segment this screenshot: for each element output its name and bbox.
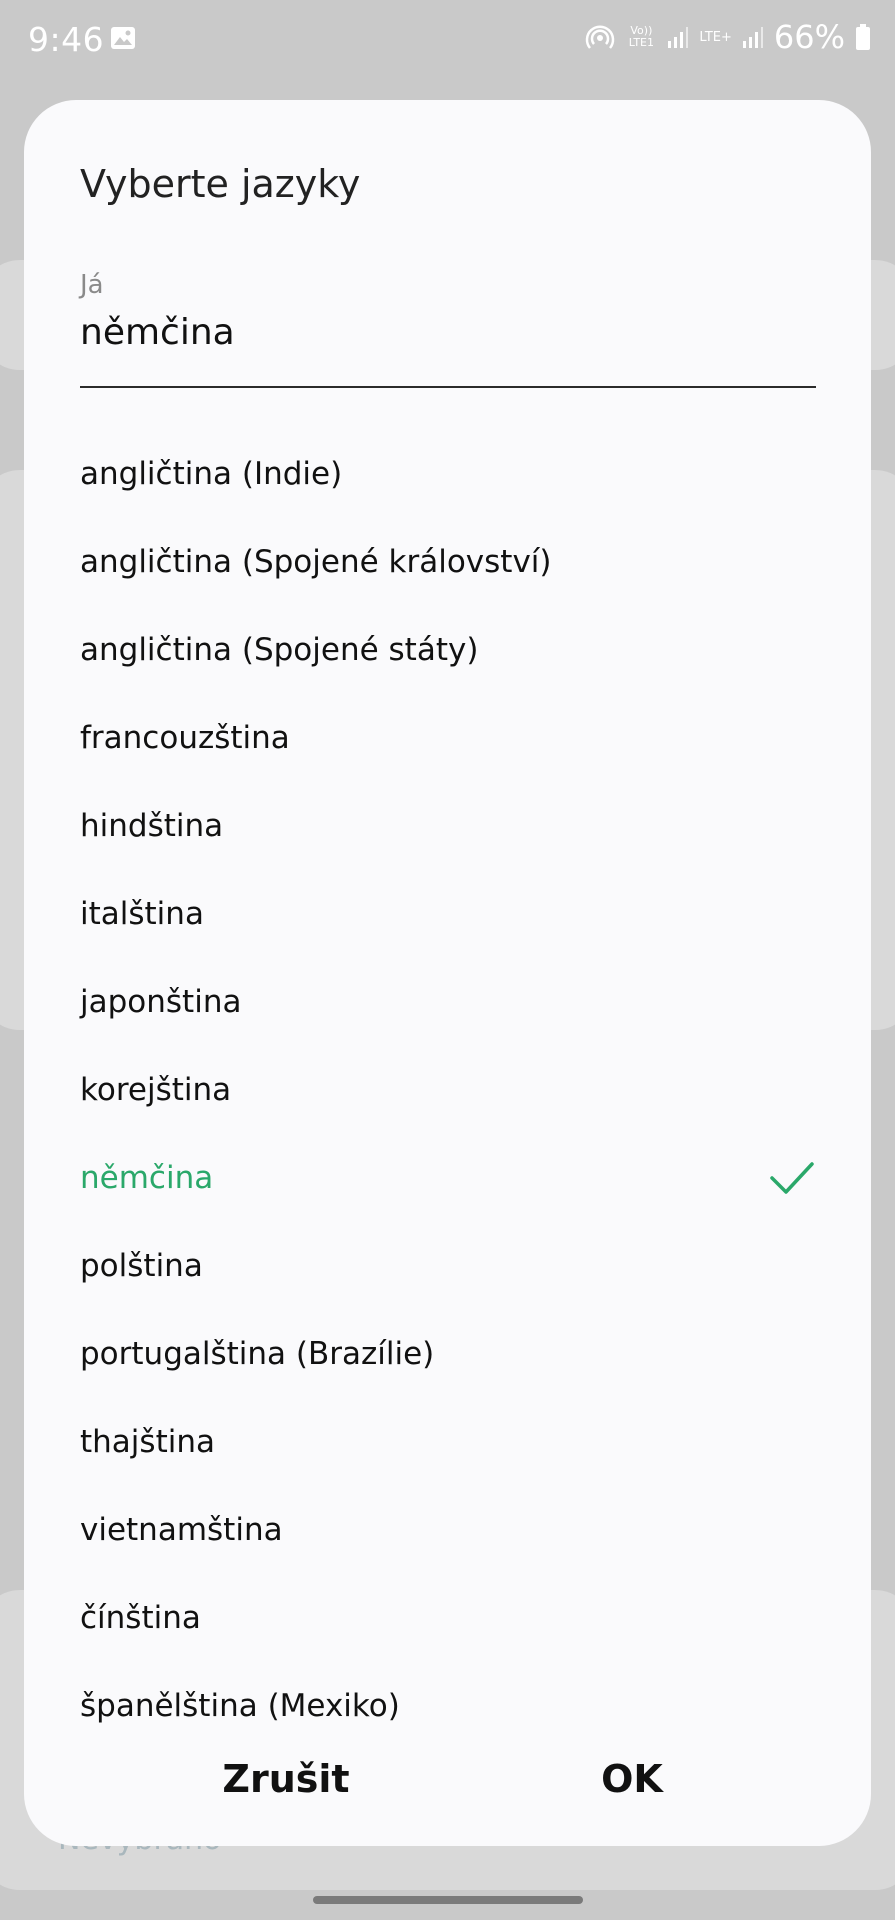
- battery-percent: 66%: [773, 18, 845, 56]
- language-option-label: italština: [80, 896, 204, 932]
- language-dialog: Vyberte jazyky Já němčina angličtina (In…: [24, 100, 871, 1846]
- language-option[interactable]: čínština: [24, 1574, 871, 1662]
- language-option-label: španělština (Mexiko): [80, 1688, 400, 1724]
- field-underline: [80, 386, 816, 388]
- language-option[interactable]: japonština: [24, 958, 871, 1046]
- language-option[interactable]: italština: [24, 870, 871, 958]
- language-option-label: čínština: [80, 1600, 201, 1636]
- language-option[interactable]: polština: [24, 1222, 871, 1310]
- language-option[interactable]: vietnamština: [24, 1486, 871, 1574]
- language-option-label: portugalština (Brazílie): [80, 1336, 435, 1372]
- language-option-label: angličtina (Spojené království): [80, 544, 552, 580]
- language-option-label: japonština: [80, 984, 242, 1020]
- language-option-label: angličtina (Spojené státy): [80, 632, 479, 668]
- language-option-label: thajština: [80, 1424, 215, 1460]
- field-label: Já: [80, 270, 104, 300]
- language-option-label: francouzština: [80, 720, 290, 756]
- language-option[interactable]: korejština: [24, 1046, 871, 1134]
- language-list[interactable]: angličtina (Indie) angličtina (Spojené kr…: [24, 430, 871, 1824]
- language-option[interactable]: francouzština: [24, 694, 871, 782]
- language-option[interactable]: angličtina (Spojené království): [24, 518, 871, 606]
- dialog-actions: Zrušit OK: [24, 1732, 871, 1832]
- language-option-label: korejština: [80, 1072, 232, 1108]
- language-option[interactable]: hindština: [24, 782, 871, 870]
- hotspot-icon: [586, 25, 615, 49]
- cancel-button[interactable]: Zrušit: [156, 1744, 416, 1814]
- network-label-2: LTE+: [699, 29, 732, 45]
- image-icon: [111, 27, 135, 49]
- language-option-label: hindština: [80, 808, 224, 844]
- navigation-handle[interactable]: [313, 1896, 583, 1904]
- language-option[interactable]: thajština: [24, 1398, 871, 1486]
- language-option[interactable]: angličtina (Spojené státy): [24, 606, 871, 694]
- signal-icon: [668, 27, 689, 48]
- status-bar: 9:46 Vo)) LTE1 LTE+ 66%: [0, 0, 895, 84]
- status-indicators: Vo)) LTE1 LTE+ 66%: [585, 18, 871, 56]
- language-option[interactable]: angličtina (Indie): [24, 430, 871, 518]
- language-option-label: polština: [80, 1248, 203, 1284]
- status-time: 9:46: [28, 20, 105, 59]
- signal-icon: [742, 27, 763, 48]
- battery-icon: [856, 24, 870, 50]
- language-option-label: němčina: [80, 1160, 214, 1196]
- selected-language-field[interactable]: němčina: [80, 312, 235, 353]
- ok-button[interactable]: OK: [502, 1744, 762, 1814]
- language-option-label: angličtina (Indie): [80, 456, 343, 492]
- language-option[interactable]: portugalština (Brazílie): [24, 1310, 871, 1398]
- language-option-label: vietnamština: [80, 1512, 283, 1548]
- dialog-title: Vyberte jazyky: [80, 162, 361, 206]
- language-option[interactable]: němčina: [24, 1134, 871, 1222]
- network-label-1: Vo)) LTE1: [628, 24, 655, 49]
- checkmark-icon: [770, 1162, 814, 1194]
